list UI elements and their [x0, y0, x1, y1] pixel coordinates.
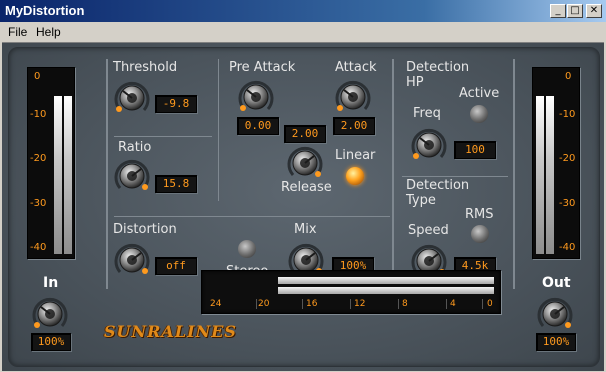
freq-knob[interactable]	[411, 127, 447, 163]
release-knob[interactable]	[287, 145, 323, 181]
gr-tick-0: 0	[487, 299, 493, 309]
threshold-knob[interactable]	[114, 80, 150, 116]
title-bar[interactable]: MyDistortion _ □ ✕	[0, 0, 606, 22]
linear-label: Linear	[335, 148, 376, 163]
gr-tick-mark	[350, 299, 351, 309]
input-gain-display: 100%	[31, 333, 71, 351]
pre-attack-label: Pre Attack	[229, 60, 296, 75]
divider-right-meter	[513, 59, 515, 289]
window-title: MyDistortion	[5, 3, 85, 18]
minimize-button[interactable]: _	[550, 4, 566, 18]
gr-tick-16: 16	[306, 299, 318, 309]
divider-threshold-ratio	[114, 136, 212, 137]
output-label: Out	[542, 275, 571, 291]
input-label: In	[43, 275, 59, 291]
detection-hp-label-2: HP	[406, 75, 424, 90]
output-scale-40: -40	[559, 242, 576, 253]
threshold-label: Threshold	[113, 60, 178, 75]
gr-tick-8: 8	[402, 299, 408, 309]
divider-left	[106, 59, 108, 289]
input-scale-20: -20	[30, 153, 47, 164]
attack-display: 2.00	[333, 117, 375, 135]
panel-frame	[8, 47, 600, 367]
rms-toggle[interactable]	[471, 225, 489, 243]
output-scale-20: -20	[559, 153, 576, 164]
output-scale-0: 0	[565, 71, 572, 82]
output-gain-knob[interactable]	[537, 296, 573, 332]
distortion-label: Distortion	[113, 222, 177, 237]
gain-reduction-bar-bottom	[278, 287, 494, 294]
distortion-display: off	[155, 257, 197, 275]
active-label: Active	[459, 86, 500, 101]
output-gain-display: 100%	[536, 333, 576, 351]
plugin-panel: 0 -10 -20 -30 -40 0 -10 -20 -30 -40 In 1…	[2, 42, 604, 371]
input-scale-10: -10	[30, 109, 47, 120]
gr-tick-mark	[256, 299, 257, 309]
attack-knob[interactable]	[335, 79, 371, 115]
output-meter-bar-left	[536, 95, 544, 254]
release-display: 2.00	[284, 125, 326, 143]
mix-label: Mix	[294, 222, 317, 237]
gr-tick-mark	[446, 299, 447, 309]
linear-toggle[interactable]	[346, 167, 364, 185]
ratio-label: Ratio	[118, 140, 152, 155]
input-meter-bar-left	[54, 95, 62, 254]
divider-distortion	[114, 216, 390, 217]
divider-detection	[402, 176, 508, 177]
maximize-button[interactable]: □	[567, 4, 583, 18]
speed-label: Speed	[408, 223, 449, 238]
gain-reduction-meter: 24 20 16 12 8 4 0	[201, 270, 501, 314]
stereo-toggle[interactable]	[238, 240, 256, 258]
gr-tick-4: 4	[450, 299, 456, 309]
gr-tick-24: 24	[210, 299, 222, 309]
output-scale-10: -10	[559, 109, 576, 120]
distortion-knob[interactable]	[114, 242, 150, 278]
gr-tick-12: 12	[354, 299, 366, 309]
threshold-display: -9.8	[155, 95, 197, 113]
brand-logo: SUNRALINES	[104, 322, 237, 341]
pre-attack-display: 0.00	[237, 117, 279, 135]
gr-tick-20: 20	[258, 299, 270, 309]
menu-bar: File Help	[0, 22, 606, 41]
active-toggle[interactable]	[470, 105, 488, 123]
freq-label: Freq	[413, 106, 441, 121]
gr-tick-mark	[302, 299, 303, 309]
gain-reduction-bar-top	[278, 277, 494, 284]
gr-tick-mark	[398, 299, 399, 309]
input-gain-knob[interactable]	[32, 296, 68, 332]
output-meter-bar-right	[546, 95, 554, 254]
divider-right	[392, 59, 394, 289]
output-vu-meter: 0 -10 -20 -30 -40	[532, 67, 580, 259]
input-scale-0: 0	[34, 71, 41, 82]
detection-type-label-1: Detection	[406, 178, 470, 193]
input-meter-bar-right	[64, 95, 72, 254]
pre-attack-knob[interactable]	[238, 79, 274, 115]
ratio-knob[interactable]	[114, 158, 150, 194]
input-scale-30: -30	[30, 198, 47, 209]
attack-label: Attack	[335, 60, 377, 75]
gr-tick-mark	[482, 299, 483, 309]
input-scale-40: -40	[30, 242, 47, 253]
menu-file[interactable]: File	[8, 25, 27, 39]
close-button[interactable]: ✕	[586, 4, 602, 18]
release-label: Release	[281, 180, 332, 195]
ratio-display: 15.8	[155, 175, 197, 193]
rms-label: RMS	[465, 207, 494, 222]
input-vu-meter: 0 -10 -20 -30 -40	[27, 67, 75, 259]
output-scale-30: -30	[559, 198, 576, 209]
freq-display: 100	[454, 141, 496, 159]
menu-help[interactable]: Help	[36, 25, 61, 39]
detection-hp-label-1: Detection	[406, 60, 470, 75]
detection-type-label-2: Type	[406, 193, 436, 208]
divider-mid	[218, 59, 219, 201]
